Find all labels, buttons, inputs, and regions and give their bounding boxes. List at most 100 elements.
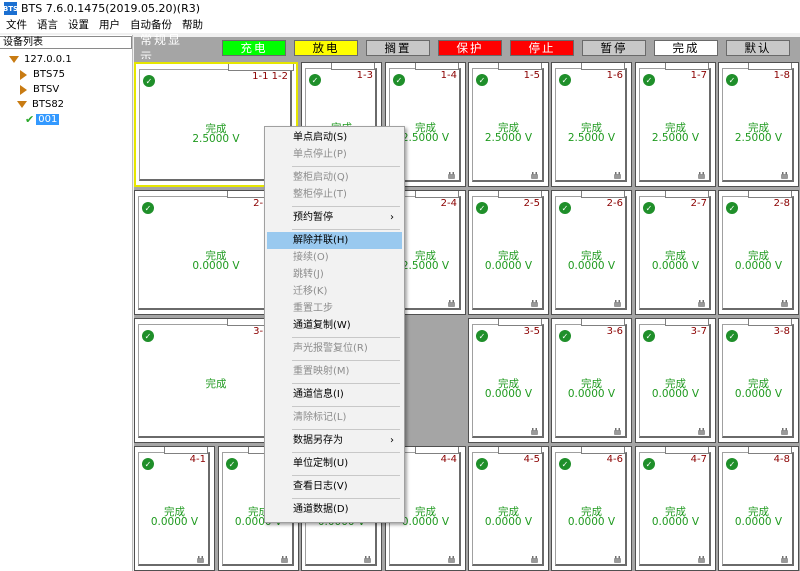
channel-voltage: 0.0000 V: [651, 516, 700, 528]
menu-item-schedule-pause[interactable]: 预约暂停 ›: [267, 209, 402, 226]
menu-item-label: 查看日志(V): [293, 481, 348, 492]
tree-node-bts75[interactable]: BTS75: [20, 68, 65, 81]
check-circle-icon: ✓: [142, 458, 154, 470]
check-circle-icon: ✓: [726, 74, 738, 86]
cell-tab: [415, 447, 459, 454]
cell-tab: [498, 191, 542, 198]
channel-cell[interactable]: 4-7 ✓ 完成 0.0000 V: [635, 446, 716, 571]
menu-item-migrate[interactable]: 迁移(K): [267, 283, 402, 300]
menu-separator: [292, 383, 400, 384]
channel-number: 2-5: [523, 198, 540, 209]
check-circle-icon: ✓: [559, 458, 571, 470]
channel-cell[interactable]: 2-6 ✓ 完成 0.0000 V: [551, 190, 632, 315]
expanded-arrow-icon[interactable]: [17, 101, 27, 108]
channel-number: 1-8: [773, 70, 790, 81]
channel-cell[interactable]: 4-8 ✓ 完成 0.0000 V: [718, 446, 799, 571]
menu-item-start-single[interactable]: 单点启动(S): [267, 129, 402, 146]
plug-icon: [530, 554, 539, 563]
plug-icon: [613, 426, 622, 435]
channel-cell[interactable]: 2-5 ✓ 完成 0.0000 V: [468, 190, 549, 315]
menu-user[interactable]: 用户: [94, 17, 125, 33]
channel-voltage: 0.0000 V: [734, 388, 783, 400]
tree-node-btsv[interactable]: BTSV: [20, 83, 59, 96]
channel-voltage: 0.0000 V: [734, 516, 783, 528]
channel-cell[interactable]: 1-7 ✓ 完成 2.5000 V: [635, 62, 716, 187]
menu-item-clear-mark[interactable]: 清除标记(L): [267, 409, 402, 426]
channel-cell[interactable]: 3-8 ✓ 完成 0.0000 V: [718, 318, 799, 443]
menu-item-reset-step[interactable]: 重置工步: [267, 300, 402, 317]
channel-voltage: 0.0000 V: [567, 260, 616, 272]
menu-item-label: 数据另存为: [293, 435, 343, 446]
plug-icon: [530, 170, 539, 179]
menu-item-unparallel[interactable]: 解除并联(H): [267, 232, 402, 249]
menu-item-label: 预约暂停: [293, 212, 333, 223]
channel-voltage: 0.0000 V: [567, 388, 616, 400]
legend-5: 暂停: [582, 40, 646, 56]
collapsed-arrow-icon[interactable]: [20, 84, 27, 95]
channel-number: 4-6: [606, 454, 623, 465]
channel-voltage: 2.5000 V: [651, 132, 700, 144]
tree-node-bts82[interactable]: BTS82: [17, 98, 64, 111]
collapsed-arrow-icon[interactable]: [20, 69, 27, 80]
menu-item-reset-mapping[interactable]: 重置映射(M): [267, 363, 402, 380]
expanded-arrow-icon[interactable]: [9, 56, 19, 63]
channel-cell[interactable]: 3-5 ✓ 完成 0.0000 V: [468, 318, 549, 443]
channel-cell[interactable]: 1-5 ✓ 完成 2.5000 V: [468, 62, 549, 187]
channel-cell[interactable]: 4-6 ✓ 完成 0.0000 V: [551, 446, 632, 571]
check-circle-icon: ✓: [559, 202, 571, 214]
menu-item-jump[interactable]: 跳转(J): [267, 266, 402, 283]
legend-3: 保护: [438, 40, 502, 56]
channel-cell[interactable]: 4-5 ✓ 完成 0.0000 V: [468, 446, 549, 571]
menu-item-unit-custom[interactable]: 单位定制(U): [267, 455, 402, 472]
menu-item-label: 单位定制(U): [293, 458, 349, 469]
menu-separator: [292, 166, 400, 167]
check-circle-icon: ✓: [476, 202, 488, 214]
check-circle-icon: ✓: [559, 330, 571, 342]
channel-voltage: 2.5000 V: [484, 132, 533, 144]
menu-item-label: 通道信息(I): [293, 389, 344, 400]
menu-item-view-log[interactable]: 查看日志(V): [267, 478, 402, 495]
channel-cell[interactable]: 1-8 ✓ 完成 2.5000 V: [718, 62, 799, 187]
channel-voltage: 0.0000 V: [651, 388, 700, 400]
channel-cell[interactable]: 4-1 ✓ 完成 0.0000 V: [134, 446, 215, 571]
channel-cell[interactable]: 3-6 ✓ 完成 0.0000 V: [551, 318, 632, 443]
plug-icon: [697, 426, 706, 435]
menu-item-save-data-as[interactable]: 数据另存为 ›: [267, 432, 402, 449]
menu-item-alarm-reset[interactable]: 声光报警复位(R): [267, 340, 402, 357]
checkmark-icon: ✔: [25, 113, 35, 126]
check-circle-icon: ✓: [226, 458, 238, 470]
plug-icon: [613, 170, 622, 179]
tree-node-001[interactable]: ✔ 001: [25, 113, 60, 126]
menu-settings[interactable]: 设置: [63, 17, 94, 33]
channel-voltage: 0.0000 V: [567, 516, 616, 528]
menu-item-stop-single[interactable]: 单点停止(P): [267, 146, 402, 163]
plug-icon: [530, 298, 539, 307]
legend-0: 充电: [222, 40, 286, 56]
menu-item-label: 单点启动(S): [293, 132, 348, 143]
plug-icon: [780, 298, 789, 307]
menu-item-stop-cabinet[interactable]: 整柜停止(T): [267, 186, 402, 203]
channel-cell[interactable]: 3-7 ✓ 完成 0.0000 V: [635, 318, 716, 443]
menu-item-label: 通道数据(D): [293, 504, 349, 515]
menu-item-channel-data[interactable]: 通道数据(D): [267, 501, 402, 518]
plug-icon: [613, 554, 622, 563]
menu-file[interactable]: 文件: [0, 17, 32, 33]
cell-tab: [415, 191, 459, 198]
channel-cell[interactable]: 2-7 ✓ 完成 0.0000 V: [635, 190, 716, 315]
plug-icon: [697, 298, 706, 307]
channel-number: 1-3: [356, 70, 373, 81]
menu-item-start-cabinet[interactable]: 整柜启动(Q): [267, 169, 402, 186]
menu-item-label: 整柜启动(Q): [293, 172, 349, 183]
tree-node-host[interactable]: 127.0.0.1: [9, 53, 72, 66]
channel-number: 1-4: [440, 70, 457, 81]
channel-cell[interactable]: 1-6 ✓ 完成 2.5000 V: [551, 62, 632, 187]
menu-item-channel-info[interactable]: 通道信息(I): [267, 386, 402, 403]
channel-number: 1-6: [606, 70, 623, 81]
check-circle-icon: ✓: [559, 74, 571, 86]
menu-language[interactable]: 语言: [32, 17, 63, 33]
menu-item-resume[interactable]: 接续(O): [267, 249, 402, 266]
menu-item-label: 接续(O): [293, 252, 329, 263]
channel-cell[interactable]: 2-8 ✓ 完成 0.0000 V: [718, 190, 799, 315]
menu-item-copy-channel[interactable]: 通道复制(W): [267, 317, 402, 334]
menu-item-label: 声光报警复位(R): [293, 343, 368, 354]
